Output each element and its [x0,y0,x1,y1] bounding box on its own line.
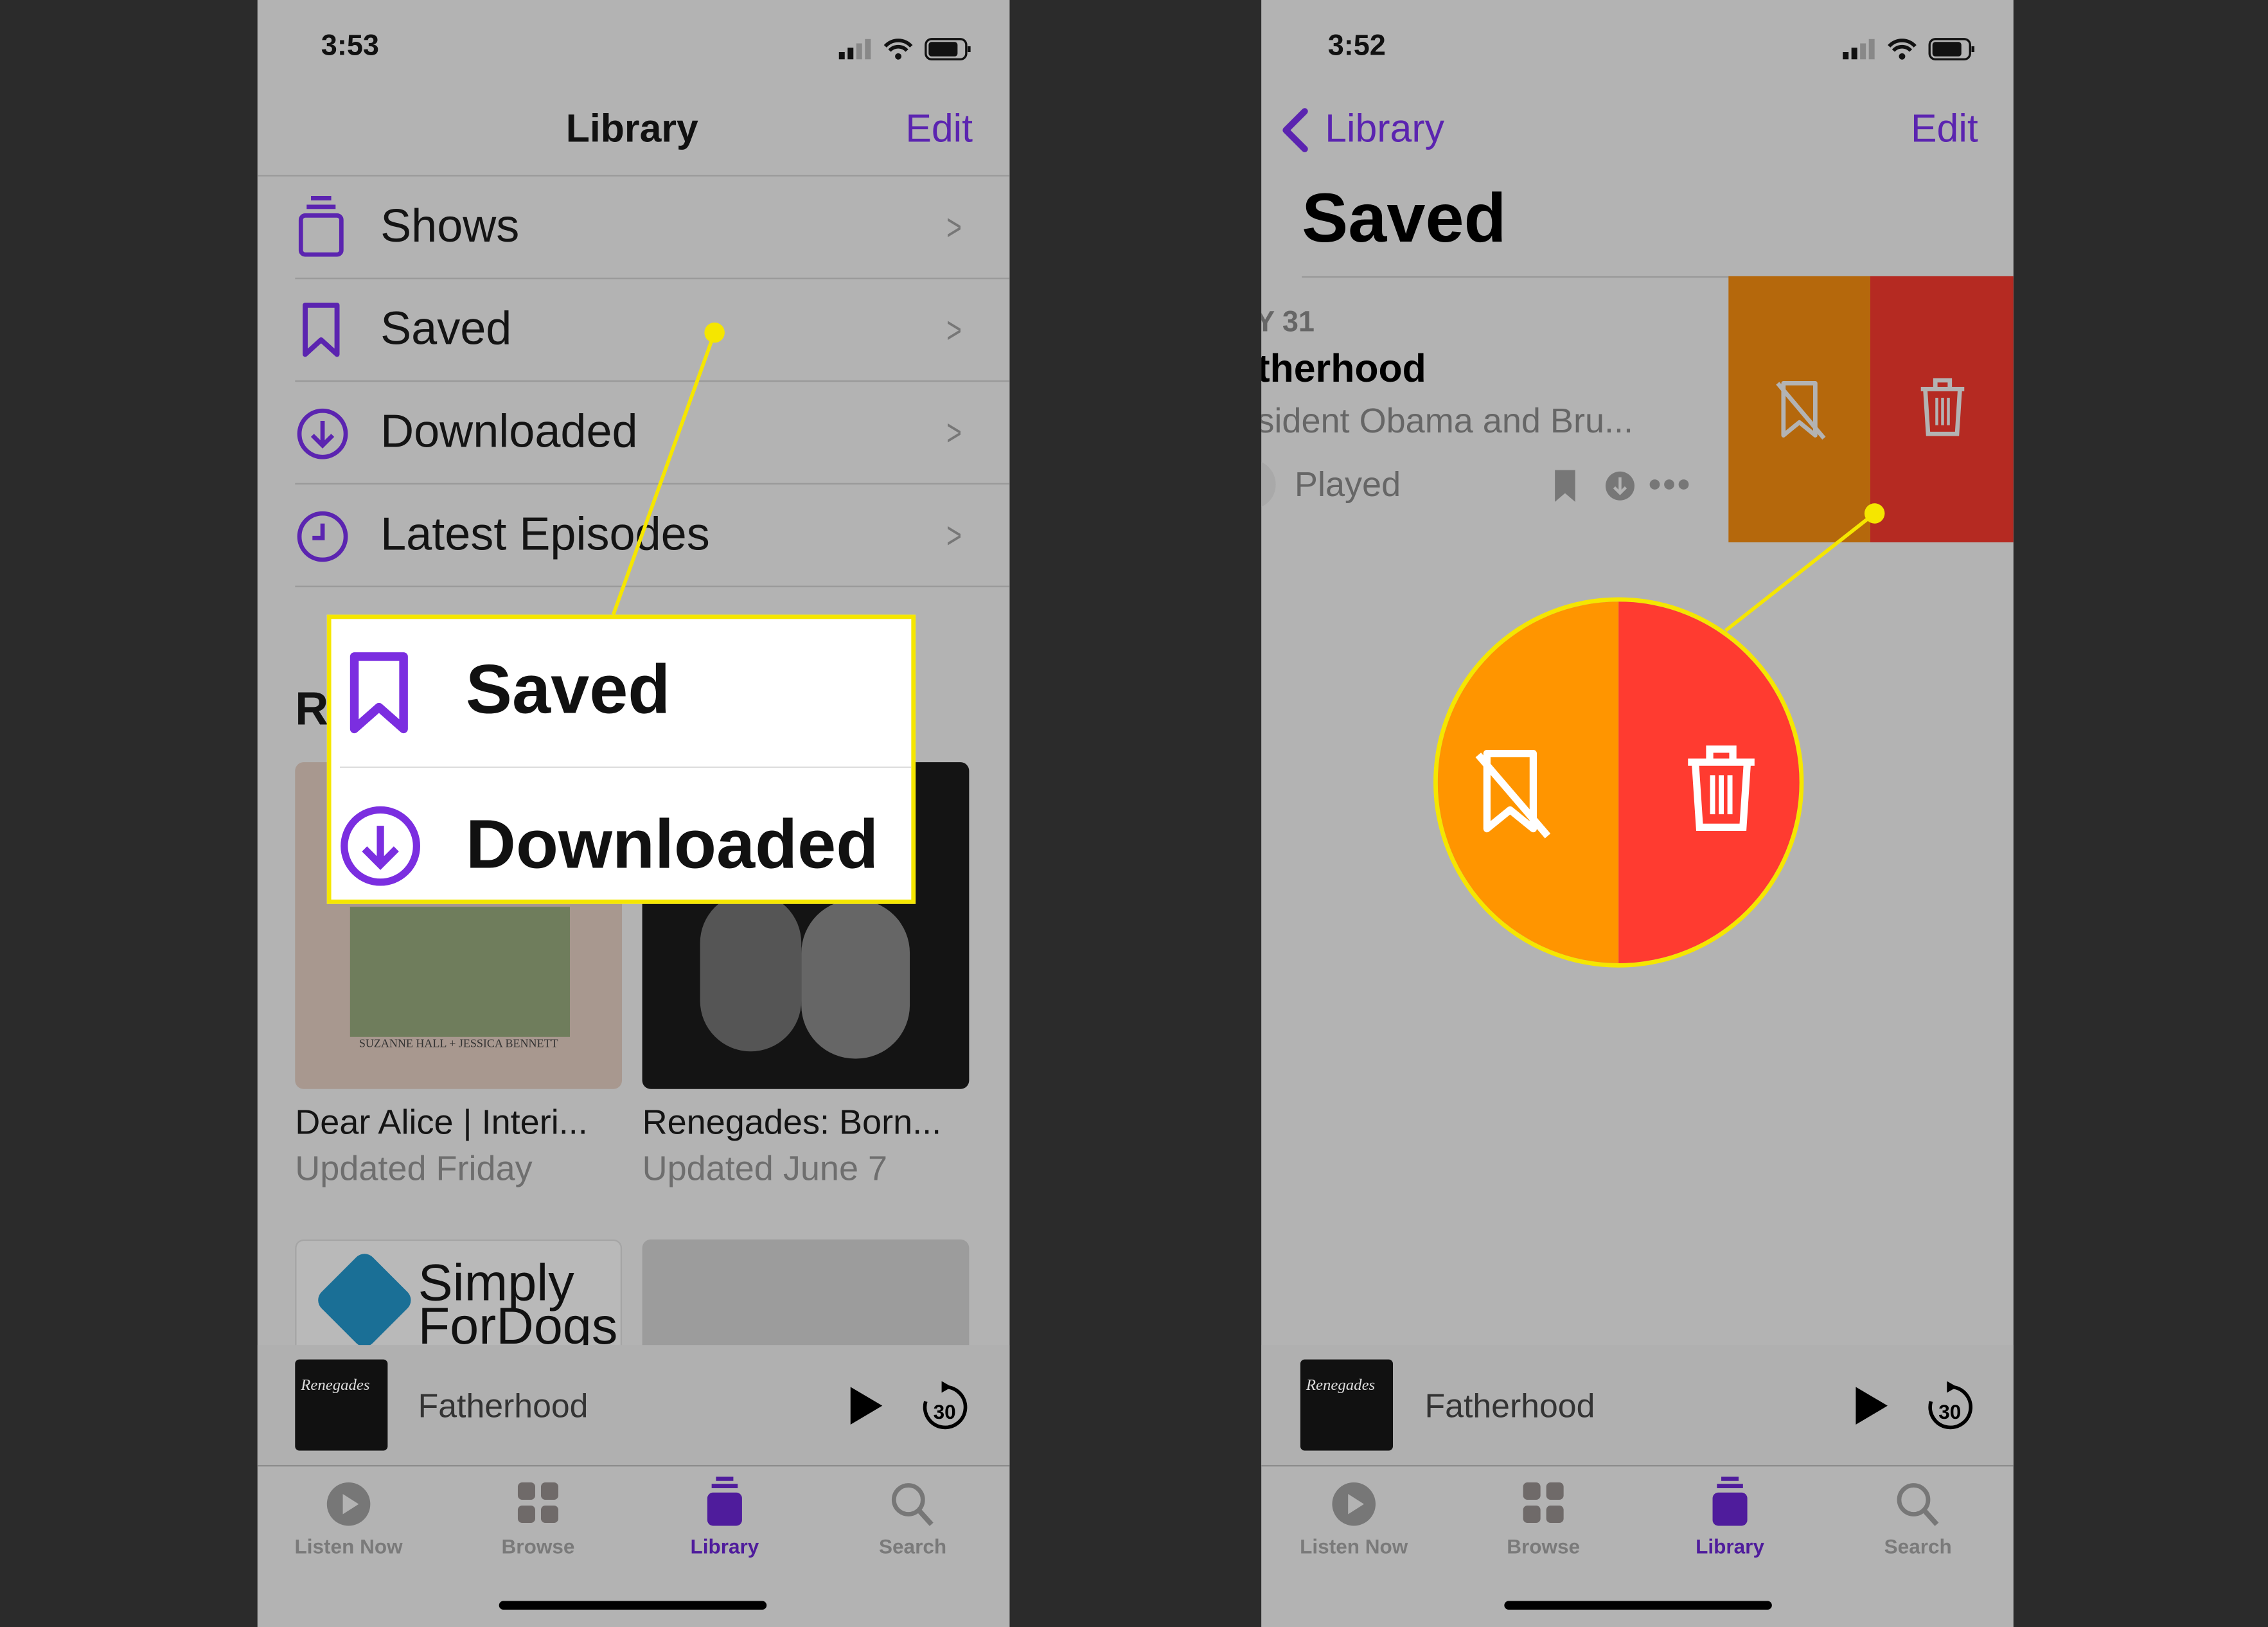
chevron-right-icon: > [946,513,962,557]
bookmark-filled-icon[interactable] [1554,468,1577,503]
bookmark-icon [303,302,340,357]
play-circle-icon [1332,1482,1376,1526]
delete-action-button[interactable] [1870,276,2014,543]
grid-icon [517,1482,559,1523]
tab-label: Browse [501,1534,575,1558]
tab-search[interactable]: Search [1884,1481,1952,1568]
callout-zoom-box: Saved Downloaded [326,614,916,904]
episode-description: sident Obama and Bru... [1261,402,1634,441]
callout-zoom-circle [1433,597,1804,968]
episode-title: therhood [1261,347,1426,391]
skip-forward-30-button[interactable]: 30 [919,1380,971,1435]
svg-text:30: 30 [1938,1400,1961,1423]
tab-label: Search [878,1534,947,1558]
skip-forward-30-button[interactable]: 30 [1924,1380,1976,1435]
svg-text:30: 30 [934,1400,956,1423]
callout-unsave-action [1437,601,1619,963]
bookmark-slash-icon [1475,749,1551,839]
download-circle-icon [297,408,348,459]
tab-label: Browse [1507,1534,1581,1558]
back-label: Library [1325,107,1444,151]
card-art-text: SUZANNE HALL + JESSICA BENNETT [359,1036,558,1051]
library-stack-icon [707,1476,742,1526]
download-circle-icon [341,806,421,886]
episode-played-status: Played [1294,465,1401,505]
mini-player-title: Fatherhood [418,1387,589,1425]
play-button[interactable] [847,1384,885,1428]
edit-button[interactable]: Edit [905,107,973,152]
episode-date: Y 31 [1261,307,1315,339]
library-row-downloaded[interactable]: Downloaded > [258,382,1010,483]
tab-label: Search [1884,1534,1952,1558]
status-icons [838,38,971,60]
tab-search[interactable]: Search [879,1481,946,1568]
row-label: Saved [380,302,512,355]
trash-icon [1920,378,1965,436]
chevron-right-icon: > [946,308,962,351]
tab-label: Listen Now [1300,1534,1408,1558]
card-subtitle: Updated Friday [295,1150,533,1189]
status-time: 3:52 [1327,30,1386,62]
bookmark-slash-icon [1776,381,1826,440]
tab-browse[interactable]: Browse [1507,1481,1580,1568]
more-icon[interactable] [1647,477,1691,492]
library-stack-icon [1712,1476,1748,1526]
home-indicator [1504,1601,1772,1610]
mini-player[interactable]: Renegades Fatherhood 30 [1261,1345,2014,1467]
callout-delete-action [1618,601,1800,963]
grid-icon [1523,1482,1564,1523]
row-label: Latest Episodes [380,507,710,560]
trash-icon [1688,745,1755,831]
library-row-shows[interactable]: Shows > [258,177,1010,278]
card-title: Dear Alice | Interi... [295,1103,588,1143]
row-label: Shows [380,199,520,252]
unsave-action-button[interactable] [1728,276,1870,543]
nav-title: Library [565,107,698,151]
library-row-latest-episodes[interactable]: Latest Episodes > [258,485,1010,586]
chevron-right-icon: > [946,411,962,454]
chevron-right-icon: > [946,205,962,249]
status-icons [1843,38,1975,60]
chevron-left-icon [1282,108,1308,152]
search-icon [1897,1483,1939,1526]
play-circle-icon [326,1482,371,1526]
tab-library[interactable]: Library [1696,1475,1764,1568]
status-time: 3:53 [321,30,379,62]
mini-player-artwork: Renegades [1300,1359,1394,1451]
download-icon[interactable] [1604,470,1636,502]
callout-saved-label: Saved [465,652,671,729]
play-button[interactable] [1853,1384,1891,1428]
tab-browse[interactable]: Browse [502,1481,574,1568]
row-label: Downloaded [380,405,638,458]
large-title: Saved [1302,181,1507,258]
edit-button[interactable]: Edit [1911,107,1978,152]
clock-icon [297,511,348,562]
tab-label: Library [1696,1534,1764,1558]
tab-library[interactable]: Library [690,1475,759,1568]
episode-row[interactable]: Y 31 therhood sident Obama and Bru... Pl… [1261,278,1728,542]
tab-listen-now[interactable]: Listen Now [1300,1481,1408,1568]
stack-icon [298,195,344,257]
library-row-saved[interactable]: Saved > [258,279,1010,380]
tab-label: Listen Now [294,1534,403,1558]
card-title: Renegades: Born... [642,1103,942,1143]
callout-downloaded-label: Downloaded [465,806,879,884]
mini-player-title: Fatherhood [1424,1387,1595,1425]
card-subtitle: Updated June 7 [642,1150,888,1189]
home-indicator [499,1601,767,1610]
card-art-text: Simply ForDogs [418,1252,618,1355]
mini-player[interactable]: Renegades Fatherhood 30 [257,1345,1010,1467]
mini-player-artwork: Renegades [295,1359,388,1451]
tab-listen-now[interactable]: Listen Now [295,1481,403,1568]
bookmark-icon [350,652,408,734]
section-heading: R [295,682,329,735]
tab-label: Library [690,1534,759,1558]
search-icon [891,1483,934,1526]
